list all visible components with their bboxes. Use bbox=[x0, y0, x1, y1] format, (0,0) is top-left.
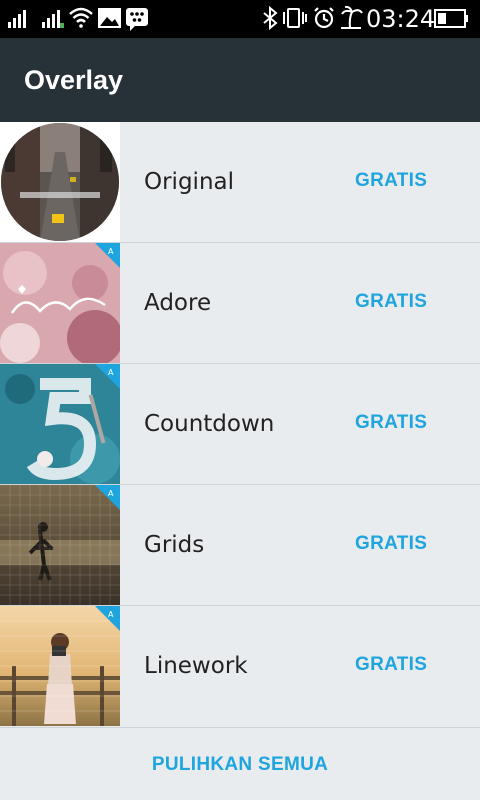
thumbnail-image: A bbox=[0, 243, 120, 363]
svg-text:A: A bbox=[108, 368, 114, 377]
restore-all-button[interactable]: PULIHKAN SEMUA bbox=[0, 728, 480, 800]
thumbnail-image bbox=[0, 122, 120, 242]
list-item[interactable]: A Linework GRATIS bbox=[0, 606, 480, 726]
price-button[interactable]: GRATIS bbox=[355, 408, 427, 438]
signal-icon bbox=[42, 10, 64, 28]
image-notification-icon bbox=[98, 8, 121, 28]
list-item[interactable]: Original GRATIS bbox=[0, 122, 480, 243]
item-label: Linework bbox=[144, 653, 248, 679]
price-button[interactable]: GRATIS bbox=[355, 287, 427, 317]
alarm-icon bbox=[314, 7, 334, 29]
footer-bar: PULIHKAN SEMUA bbox=[0, 727, 480, 800]
tree-icon bbox=[341, 5, 363, 29]
thumbnail-image: A bbox=[0, 606, 120, 726]
thumbnail-image: A bbox=[0, 364, 120, 484]
wifi-icon bbox=[69, 7, 93, 28]
page-title: Overlay bbox=[24, 65, 124, 95]
signal-icon bbox=[8, 10, 26, 28]
item-label: Original bbox=[144, 169, 235, 195]
thumbnail-image: A bbox=[0, 485, 120, 605]
status-bar: 03:24 bbox=[0, 0, 480, 38]
item-label: Countdown bbox=[144, 411, 275, 437]
bbm-icon bbox=[126, 8, 148, 31]
price-button[interactable]: GRATIS bbox=[355, 529, 427, 559]
app-bar: Overlay bbox=[0, 38, 480, 122]
svg-text:A: A bbox=[108, 610, 114, 619]
list-item[interactable]: A Adore GRATIS bbox=[0, 243, 480, 364]
vibrate-icon bbox=[283, 8, 307, 28]
price-button[interactable]: GRATIS bbox=[355, 650, 427, 680]
svg-text:A: A bbox=[108, 489, 114, 498]
overlay-list: Original GRATIS A Adore GRATIS A Countdo… bbox=[0, 122, 480, 726]
status-clock: 03:24 bbox=[366, 5, 436, 33]
price-button[interactable]: GRATIS bbox=[355, 166, 427, 196]
svg-text:A: A bbox=[108, 247, 114, 256]
item-label: Adore bbox=[144, 290, 212, 316]
bluetooth-icon bbox=[263, 5, 278, 31]
item-label: Grids bbox=[144, 532, 205, 558]
battery-icon bbox=[434, 9, 468, 28]
list-item[interactable]: A Grids GRATIS bbox=[0, 485, 480, 606]
list-item[interactable]: A Countdown GRATIS bbox=[0, 364, 480, 485]
